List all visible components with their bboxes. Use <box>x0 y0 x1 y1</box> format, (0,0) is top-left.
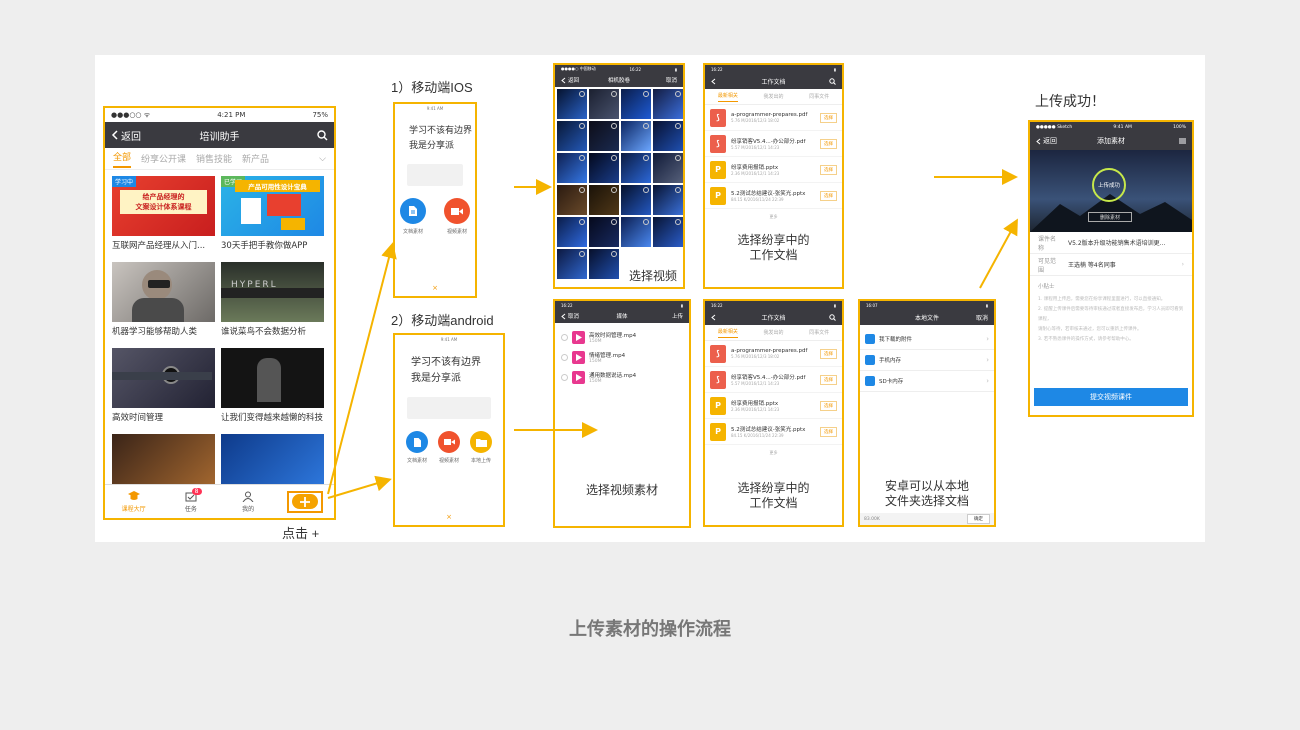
back-button[interactable]: 返回 <box>1036 136 1057 146</box>
cancel-button[interactable]: 取消 <box>976 313 988 322</box>
arrow-to-ios <box>327 242 397 495</box>
cancel-button[interactable]: 取消 <box>561 312 579 320</box>
search-button[interactable] <box>829 77 836 85</box>
chevron-left-icon <box>711 78 716 84</box>
search-button[interactable] <box>317 129 328 141</box>
search-icon <box>317 129 328 140</box>
list-icon <box>1179 138 1186 144</box>
arrow-to-android <box>327 475 392 499</box>
search-icon <box>829 77 836 85</box>
chevron-left-icon <box>561 313 566 319</box>
chevron-left-icon <box>561 77 566 83</box>
cancel-button[interactable]: 取消 <box>666 76 677 84</box>
back-button[interactable] <box>711 314 716 321</box>
chevron-left-icon <box>111 130 118 140</box>
upload-button[interactable]: 上传 <box>672 312 683 320</box>
chevron-left-icon <box>1036 138 1041 144</box>
arrow-local-to-success <box>979 218 1018 289</box>
back-button[interactable]: 返回 <box>111 128 141 143</box>
chevron-left-icon <box>711 314 716 320</box>
search-icon <box>829 313 836 321</box>
menu-button[interactable] <box>1179 138 1186 144</box>
diagram-title: 上传素材的操作流程 <box>569 619 731 640</box>
back-button[interactable] <box>711 78 716 85</box>
back-button[interactable]: 返回 <box>561 76 579 84</box>
search-button[interactable] <box>829 313 836 321</box>
